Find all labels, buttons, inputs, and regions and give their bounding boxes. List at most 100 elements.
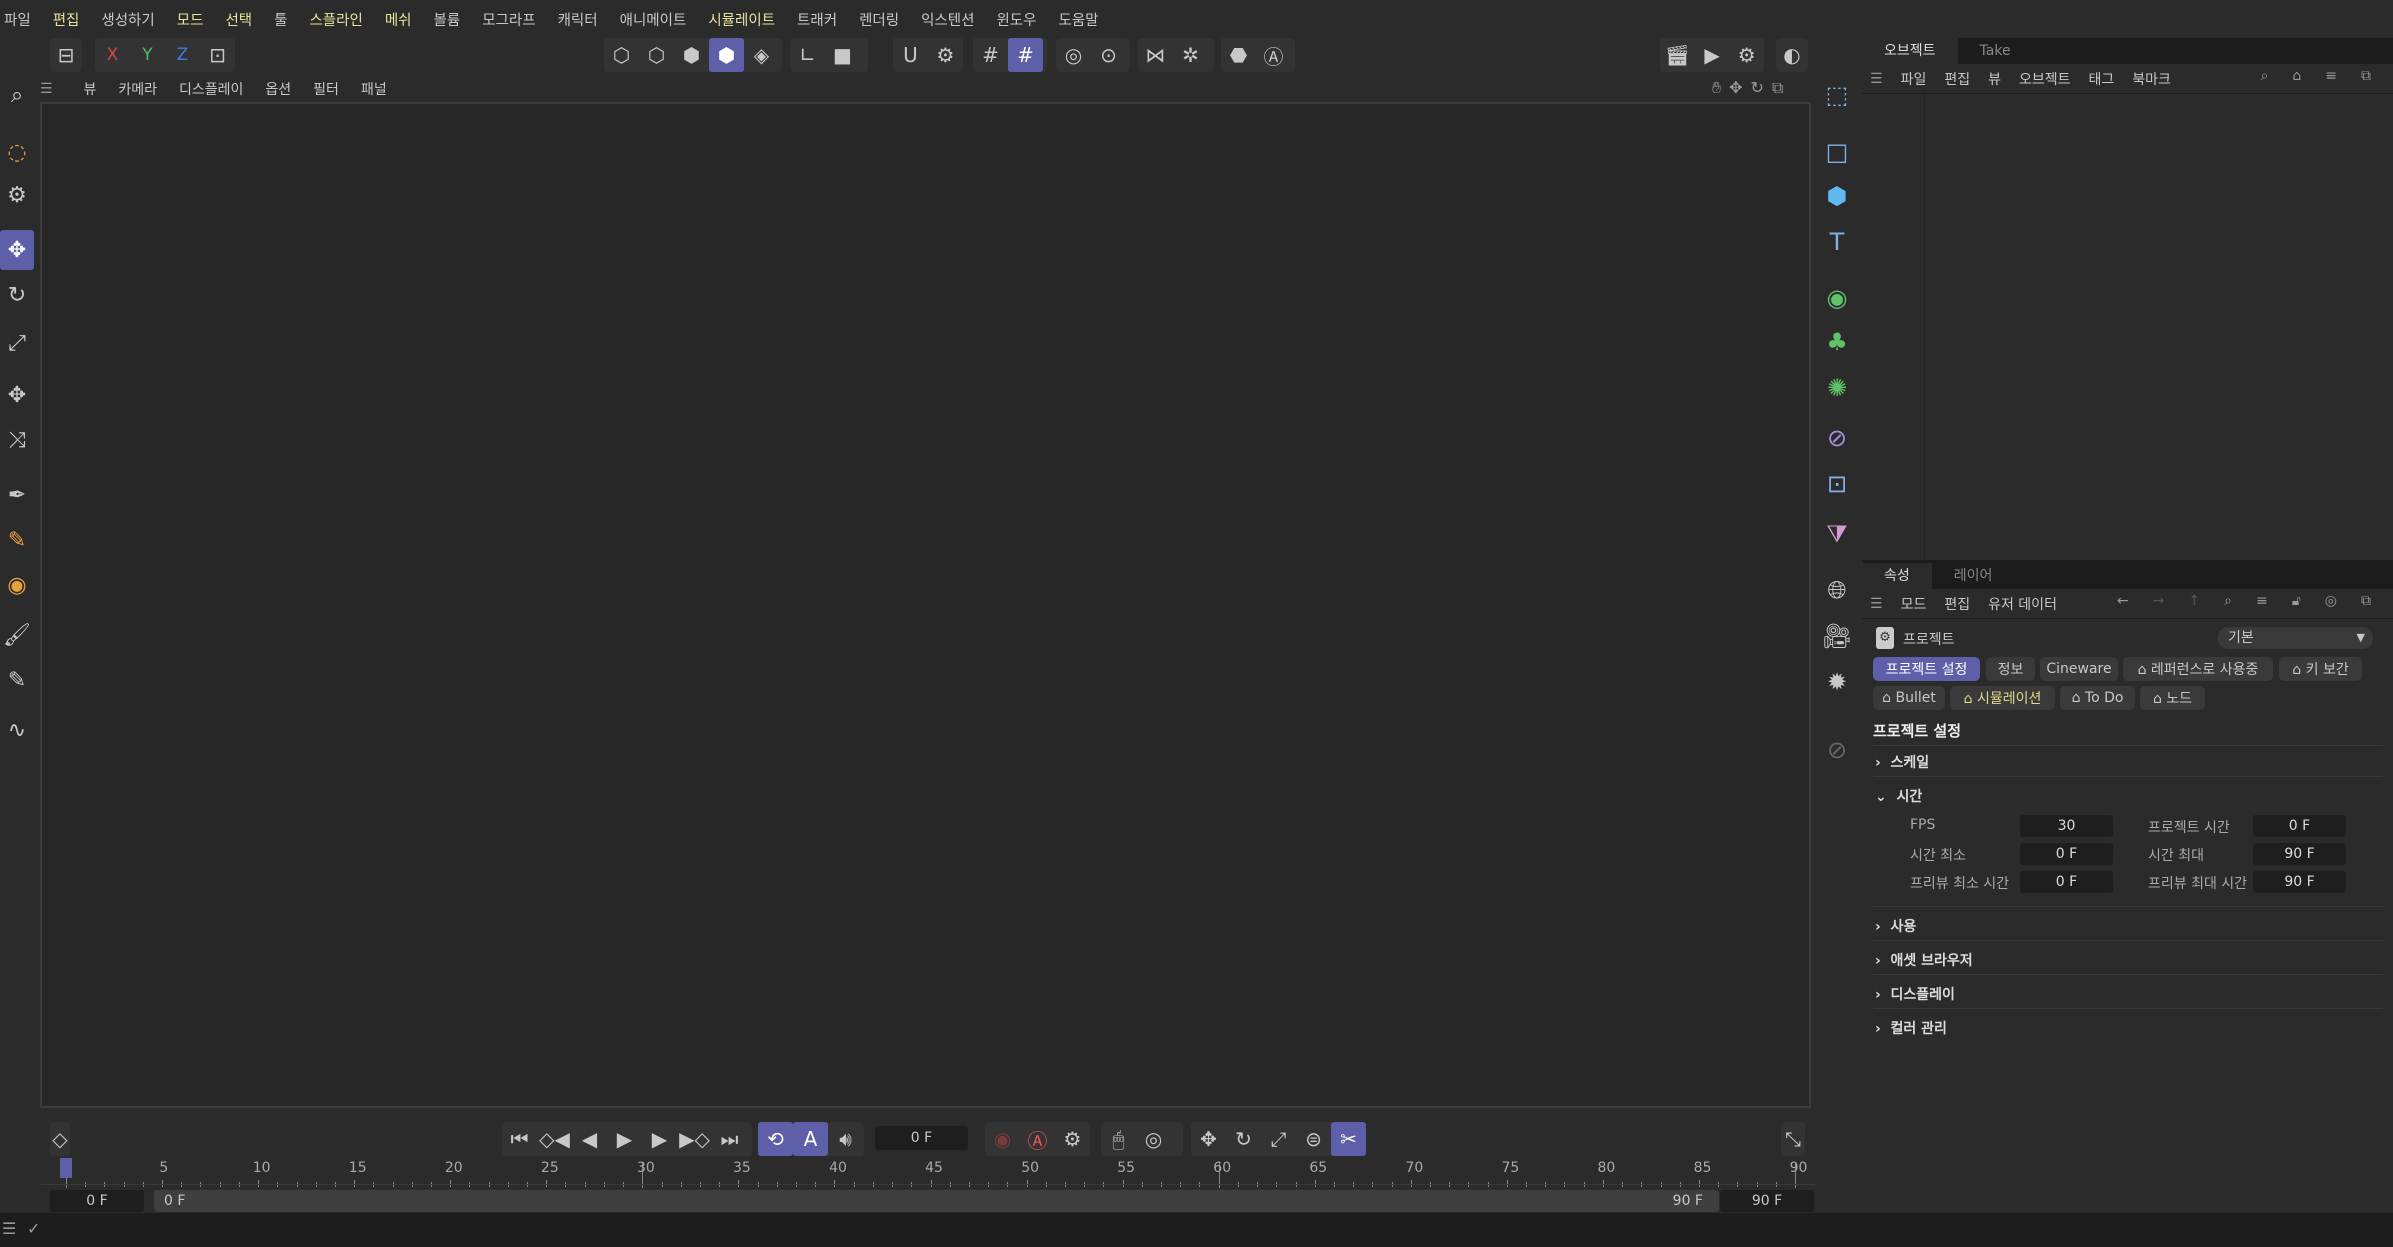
symmetry-settings-icon[interactable]: ✲	[1173, 38, 1208, 72]
orbit-icon[interactable]: ↻	[1751, 78, 1764, 98]
new-window-icon[interactable]: ⧉	[2361, 593, 2371, 609]
forward-icon[interactable]: →	[2153, 593, 2165, 609]
edges-mode-icon[interactable]: ⬡	[639, 38, 674, 72]
menu-item[interactable]: 생성하기	[101, 9, 154, 30]
key-rotation-icon[interactable]: ↻	[1226, 1122, 1261, 1156]
filter-icon[interactable]: ≡	[2325, 68, 2337, 84]
viewport-menu-item[interactable]: 카메라	[118, 79, 157, 99]
pan-icon[interactable]: ✋︎	[1712, 78, 1721, 98]
sculpt-icon[interactable]: ∿	[0, 710, 34, 750]
menu-item[interactable]: 파일	[4, 9, 31, 30]
axis-mode-icon[interactable]: ∟	[790, 38, 825, 72]
menu-item[interactable]: 익스텐션	[921, 9, 974, 30]
field-input[interactable]: 0 F	[2253, 815, 2346, 837]
text-spline-icon[interactable]: T	[1818, 222, 1856, 262]
group-display[interactable]: › 디스플레이	[1875, 984, 1955, 1004]
preset-dropdown[interactable]: 기본 ▼	[2218, 627, 2373, 649]
playback-rate-icon[interactable]: A	[793, 1122, 828, 1156]
coordinate-system-icon[interactable]: ⊡	[200, 38, 235, 72]
panel-menu-item[interactable]: 편집	[1944, 594, 1970, 614]
snap-settings-icon[interactable]: ⚙	[928, 38, 963, 72]
menu-item[interactable]: 애니메이트	[620, 9, 687, 30]
points-mode-icon[interactable]: ⬡	[604, 38, 639, 72]
render-region-icon[interactable]: ◎	[1056, 38, 1091, 72]
lock-icon[interactable]: 🔓︎	[2292, 593, 2301, 609]
check-icon[interactable]: ✓	[27, 1219, 40, 1238]
cloner-icon[interactable]: ♣	[1818, 322, 1856, 362]
viewport-menu-item[interactable]: 패널	[361, 79, 387, 99]
status-menu-icon[interactable]: ☰	[2, 1219, 16, 1238]
previous-frame-icon[interactable]: ◀	[572, 1122, 607, 1156]
volume-builder-icon[interactable]: ⧩	[1818, 514, 1856, 554]
field-input[interactable]: 0 F	[2020, 871, 2113, 893]
menu-item[interactable]: 선택	[225, 9, 252, 30]
sound-icon[interactable]: 🔊︎	[828, 1122, 863, 1156]
group-scale[interactable]: › 스케일	[1875, 752, 1929, 772]
panel-menu-item[interactable]: 모드	[1901, 594, 1927, 614]
axis-x-lock[interactable]: X	[95, 38, 130, 72]
viewport[interactable]	[40, 102, 1811, 1108]
key-parameter-icon[interactable]: ⊜	[1296, 1122, 1331, 1156]
home-icon[interactable]: ⌂	[2292, 68, 2301, 84]
panel-tab[interactable]: 속성	[1862, 563, 1932, 589]
object-menu-icon[interactable]: ☰	[1870, 71, 1883, 87]
new-window-icon[interactable]: ⧉	[2361, 68, 2371, 84]
motion-record-icon[interactable]: ◎	[1136, 1122, 1171, 1156]
keyframe-icon[interactable]: ◇	[50, 1122, 70, 1156]
field-input[interactable]: 90 F	[2253, 871, 2346, 893]
timeline-start-field[interactable]: 0 F	[50, 1190, 144, 1212]
redshift-icon[interactable]: ◐	[1776, 38, 1808, 72]
light-icon[interactable]: ✹	[1818, 662, 1856, 702]
go-to-end-icon[interactable]: ⏭	[712, 1122, 747, 1156]
menu-item[interactable]: 편집	[53, 9, 80, 30]
next-key-icon[interactable]: ▶◇	[677, 1122, 712, 1156]
menu-item[interactable]: 시뮬레이트	[708, 9, 775, 30]
playhead[interactable]	[60, 1158, 72, 1178]
model-mode-icon[interactable]: ⬢	[709, 38, 744, 72]
panel-menu-item[interactable]: 뷰	[1988, 69, 2001, 89]
attr-tab-button[interactable]: ⌂ 시뮬레이션	[1950, 686, 2055, 710]
search-icon[interactable]: ⌕	[2261, 68, 2269, 84]
menu-item[interactable]: 윈도우	[996, 9, 1036, 30]
menu-item[interactable]: 스플라인	[309, 9, 362, 30]
search-icon[interactable]: ⌕	[0, 75, 34, 115]
menu-item[interactable]: 모그라프	[482, 9, 535, 30]
field-input[interactable]: 0 F	[2020, 843, 2113, 865]
menu-item[interactable]: 볼륨	[434, 9, 461, 30]
back-icon[interactable]: ←	[2117, 593, 2129, 609]
tweak-icon[interactable]: ⚙	[0, 175, 34, 215]
play-icon[interactable]: ▶	[607, 1122, 642, 1156]
panel-menu-item[interactable]: 북마크	[2132, 69, 2171, 89]
attr-tab-button[interactable]: ⌂ 노드	[2140, 686, 2205, 710]
time-ruler[interactable]: 051015202530354045505560657075808590	[40, 1158, 1815, 1188]
group-asset-browser[interactable]: › 애셋 브라우저	[1875, 950, 1973, 970]
target-icon[interactable]: ◎	[2325, 593, 2337, 609]
go-to-start-icon[interactable]: ⏮	[502, 1122, 537, 1156]
grid-lock-icon[interactable]: #	[1008, 38, 1043, 72]
panel-tab[interactable]: 오브젝트	[1862, 38, 1958, 64]
object-list[interactable]	[1862, 94, 2393, 560]
timeline-graph-icon[interactable]: ⤡	[1781, 1122, 1805, 1156]
key-position-icon[interactable]: ✥	[1191, 1122, 1226, 1156]
key-settings-icon[interactable]: ⚙	[1055, 1122, 1090, 1156]
render-picture-viewer-icon[interactable]: ▶	[1695, 38, 1730, 72]
menu-item[interactable]: 트래커	[797, 9, 837, 30]
maximize-view-icon[interactable]: ⧉	[1772, 78, 1783, 98]
deformer-icon[interactable]: ⊘	[1818, 418, 1856, 458]
panel-menu-item[interactable]: 파일	[1901, 69, 1927, 89]
workplane-icon[interactable]: ⬣	[1221, 38, 1256, 72]
record-icon[interactable]: ◉	[985, 1122, 1020, 1156]
menu-item[interactable]: 툴	[274, 9, 287, 30]
key-scale-icon[interactable]: ⤢	[1261, 1122, 1296, 1156]
cube-icon[interactable]: ⬢	[1818, 176, 1856, 216]
panel-menu-item[interactable]: 유저 데이터	[1988, 594, 2057, 614]
viewport-menu-item[interactable]: 디스플레이	[179, 79, 243, 99]
transfer-icon[interactable]: ✥	[0, 375, 34, 415]
attr-tab-button[interactable]: Cineware	[2040, 657, 2118, 681]
attr-tab-button[interactable]: 정보	[1986, 657, 2035, 681]
edit-render-settings-icon[interactable]: ⚙	[1729, 38, 1764, 72]
symmetry-icon[interactable]: ⋈	[1138, 38, 1173, 72]
field-icon[interactable]: ⊡	[1818, 464, 1856, 504]
placement-icon[interactable]: ⤨	[0, 420, 34, 460]
group-use[interactable]: › 사용	[1875, 916, 1916, 936]
